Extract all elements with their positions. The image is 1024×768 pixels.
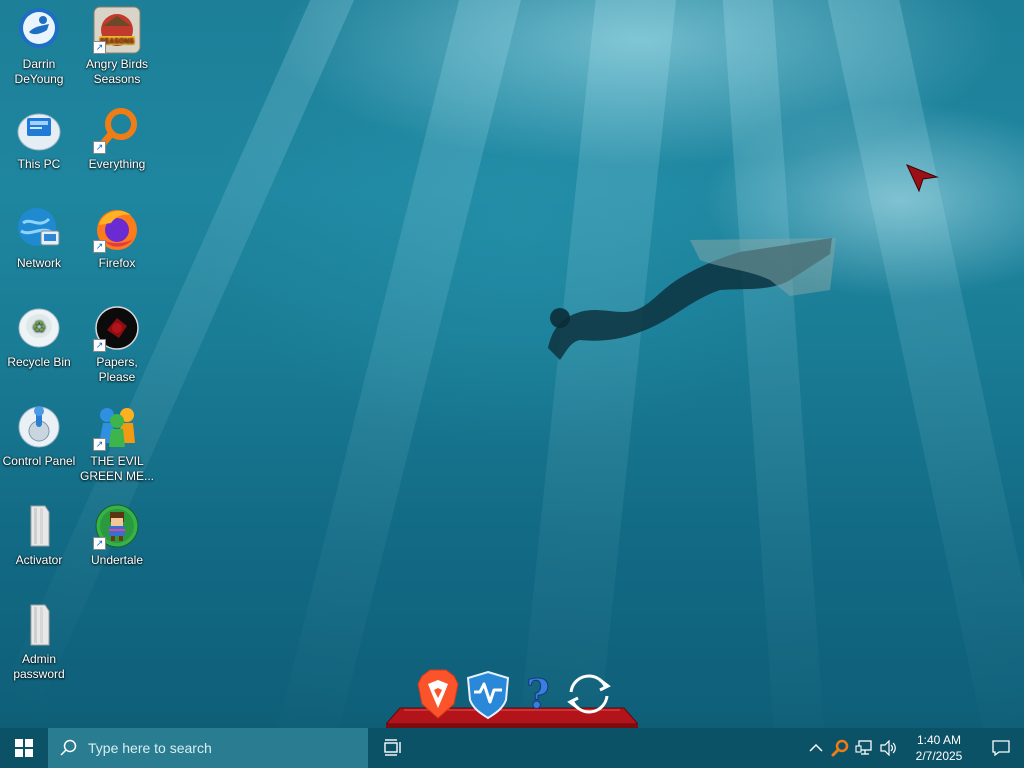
- notification-icon: [992, 740, 1010, 756]
- dock-item-help[interactable]: ?: [514, 668, 562, 720]
- help-icon: ?: [526, 671, 550, 719]
- desktop-icon-control-panel[interactable]: Control Panel: [1, 403, 77, 469]
- computer-icon: [17, 113, 61, 151]
- desktop-icon-papers-please[interactable]: ↗ Papers, Please: [79, 304, 155, 385]
- tray-volume-button[interactable]: [876, 728, 900, 768]
- desktop-icon-angry-birds[interactable]: SEASONS ↗ Angry Birds Seasons: [79, 6, 155, 87]
- speaker-volume-icon: [880, 740, 896, 756]
- system-tray: 1:40 AM 2/7/2025: [804, 728, 1024, 768]
- clock-date: 2/7/2025: [915, 749, 963, 763]
- network-icon: [18, 208, 60, 246]
- light-ray: [514, 0, 680, 768]
- clock-time: 1:40 AM: [916, 733, 962, 747]
- desktop-icon-label: Activator: [15, 553, 63, 567]
- desktop-icon-label: THE EVIL GREEN ME...: [79, 454, 154, 483]
- task-view-button[interactable]: [368, 728, 416, 768]
- desktop-icon-user-folder[interactable]: Darrin DeYoung: [1, 6, 77, 87]
- desktop-icon-label: This PC: [17, 157, 61, 171]
- desktop-icon-this-pc[interactable]: This PC: [1, 106, 77, 172]
- shortcut-arrow-icon: ↗: [93, 339, 106, 352]
- dock-item-wise-care[interactable]: [464, 668, 512, 720]
- task-view-icon: [384, 739, 401, 756]
- desktop-icon-label: Papers, Please: [96, 355, 138, 384]
- folder-icon: [30, 604, 50, 646]
- desktop[interactable]: Darrin DeYoung This PC Network ♻ Recycle…: [0, 0, 1024, 768]
- light-ray: [820, 0, 1024, 768]
- desktop-icon-label: Recycle Bin: [7, 355, 71, 369]
- everything-search-icon: [831, 739, 849, 757]
- desktop-icon-activator[interactable]: Activator: [1, 502, 77, 568]
- windows-logo-icon: [15, 739, 33, 757]
- red-arrow-cursor-icon: [906, 164, 939, 193]
- search-placeholder: Type here to search: [88, 740, 212, 756]
- brave-browser-icon: [417, 669, 459, 719]
- show-hidden-icons-button[interactable]: [804, 728, 828, 768]
- folder-icon: [30, 505, 50, 547]
- taskbar-clock[interactable]: 1:40 AM 2/7/2025: [906, 732, 972, 764]
- wise-care-icon: [466, 670, 510, 720]
- light-ray: [720, 0, 828, 768]
- wired-network-icon: [855, 740, 872, 755]
- dock-item-refresh[interactable]: [562, 668, 616, 720]
- desktop-icon-admin-password[interactable]: Admin password: [1, 601, 77, 682]
- desktop-icon-label: Firefox: [98, 256, 136, 270]
- dock-item-brave[interactable]: [414, 668, 462, 720]
- desktop-icon-recycle-bin[interactable]: ♻ Recycle Bin: [1, 304, 77, 370]
- tray-everything-button[interactable]: [828, 728, 852, 768]
- dock-bar: ?: [386, 666, 638, 728]
- search-icon: [60, 739, 77, 756]
- control-panel-icon: [18, 406, 60, 448]
- desktop-icon-label: Everything: [88, 157, 146, 171]
- taskbar-search-box[interactable]: Type here to search: [48, 728, 368, 768]
- shortcut-arrow-icon: ↗: [93, 41, 106, 54]
- desktop-icon-network[interactable]: Network: [1, 205, 77, 271]
- chevron-up-icon: [809, 743, 823, 752]
- svg-text:♻: ♻: [32, 317, 46, 336]
- light-ray: [272, 0, 530, 763]
- recycle-bin-icon: ♻: [18, 308, 60, 348]
- svg-text:?: ?: [526, 671, 549, 718]
- refresh-icon: [567, 674, 611, 714]
- desktop-icon-label: Darrin DeYoung: [14, 57, 64, 86]
- desktop-icon-label: Control Panel: [2, 454, 76, 468]
- shortcut-arrow-icon: ↗: [93, 438, 106, 451]
- desktop-icon-everything[interactable]: ↗ Everything: [79, 106, 155, 172]
- desktop-icon-label: Admin password: [13, 652, 65, 681]
- shortcut-arrow-icon: ↗: [93, 240, 106, 253]
- desktop-icon-firefox[interactable]: ↗ Firefox: [79, 205, 155, 271]
- user-folder-icon: [19, 8, 59, 48]
- desktop-icon-label: Undertale: [90, 553, 144, 567]
- taskbar: Type here to search 1:40 AM 2/7/2025: [0, 728, 1024, 768]
- action-center-button[interactable]: [978, 728, 1024, 768]
- shortcut-arrow-icon: ↗: [93, 141, 106, 154]
- desktop-icon-label: Network: [16, 256, 61, 270]
- start-button[interactable]: [0, 728, 48, 768]
- freediver-wallpaper-figure: [548, 238, 836, 360]
- tray-network-button[interactable]: [852, 728, 876, 768]
- desktop-icon-undertale[interactable]: ↗ Undertale: [79, 502, 155, 568]
- desktop-icon-messenger[interactable]: ↗ THE EVIL GREEN ME...: [79, 403, 155, 484]
- shortcut-arrow-icon: ↗: [93, 537, 106, 550]
- desktop-icon-label: Angry Birds Seasons: [85, 57, 149, 86]
